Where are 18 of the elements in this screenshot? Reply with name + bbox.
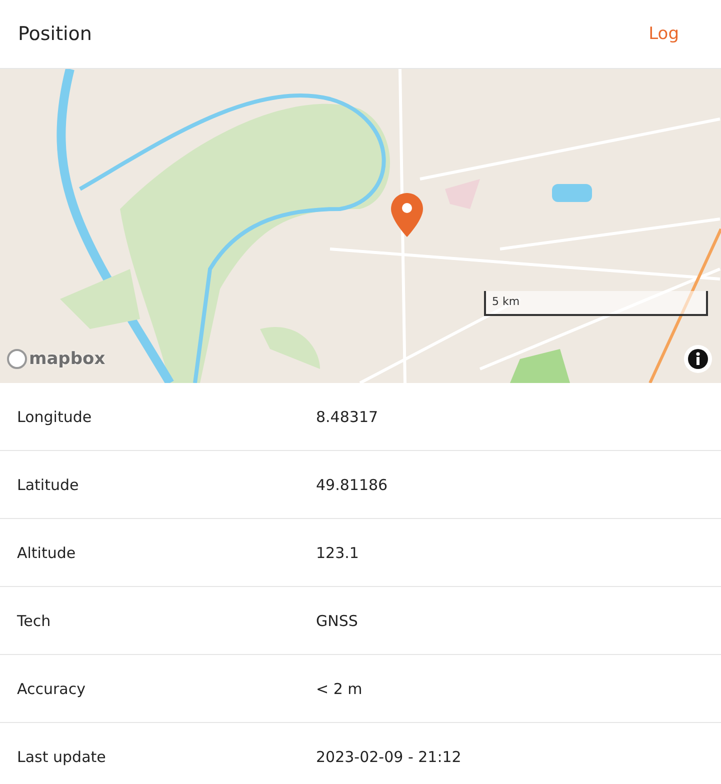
field-label: Accuracy [17,680,86,698]
field-value: 8.48317 [316,408,378,426]
field-value: 2023-02-09 - 21:12 [316,748,462,766]
field-value: 49.81186 [316,476,388,494]
scale-bar: 5 km [484,291,708,316]
field-value: 123.1 [316,544,359,562]
field-value: < 2 m [316,680,362,698]
field-label: Tech [17,612,52,630]
location-pin-icon [390,193,424,239]
log-link[interactable]: Log [648,24,679,44]
field-label: Latitude [17,476,80,494]
field-label: Altitude [17,544,77,562]
field-value: GNSS [316,612,358,630]
field-label: Last update [17,748,107,766]
info-icon[interactable] [684,345,712,373]
field-label: Longitude [17,408,93,426]
mapbox-logo[interactable]: mapbox [7,349,106,369]
page-title: Position [18,23,92,45]
